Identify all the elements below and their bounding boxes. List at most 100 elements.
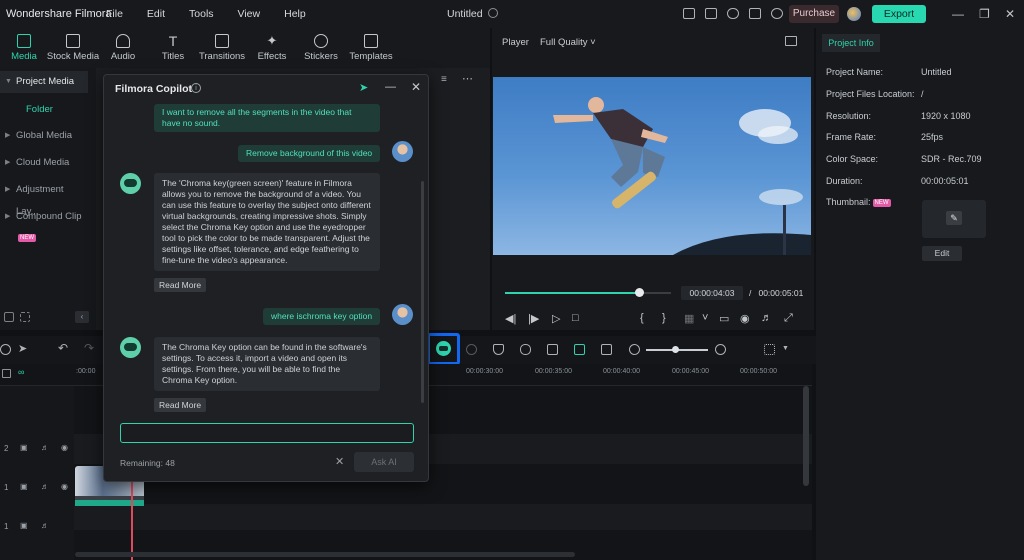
caret-right-icon: ▶ [5,132,11,139]
tab-project-info[interactable]: Project Info [822,34,880,52]
close-window-icon[interactable]: ✕ [1005,7,1015,21]
audio-mixer-icon[interactable] [547,344,558,355]
playback-progress[interactable] [505,288,671,297]
info-value: 1920 x 1080 [921,111,971,121]
lock-icon[interactable]: ▣ [20,482,28,491]
mark-out-icon[interactable]: } [662,312,666,324]
render-preview-icon[interactable] [466,344,477,355]
close-icon[interactable]: ✕ [411,80,421,94]
speaker-icon[interactable]: ♬ [41,521,49,530]
play-icon[interactable]: ▷ [552,312,560,325]
split-icon[interactable]: ▦ [684,312,694,325]
zoom-out-icon[interactable] [629,344,640,355]
menu-bar: File Edit Tools View Help [106,8,330,20]
speaker-icon[interactable]: ♬ [41,443,49,452]
monitor-icon[interactable] [683,8,695,19]
timeline-vertical-scrollbar[interactable] [803,386,809,486]
pin-icon[interactable]: ➤ [359,81,368,94]
chevron-down-icon[interactable]: ▼ [782,345,789,352]
volume-icon[interactable]: ♬ [761,312,772,324]
restore-window-icon[interactable]: ❐ [979,7,990,21]
lock-icon[interactable]: ▣ [20,443,28,452]
ai-message: The Chroma Key option can be found in th… [154,337,380,391]
user-avatar [392,141,413,162]
zoom-knob[interactable] [672,346,679,353]
lock-icon[interactable]: ▣ [20,521,28,530]
sidebar-item-adjustment-layer[interactable]: ▶ Adjustment Lay... [0,179,88,217]
progress-knob[interactable] [635,288,645,297]
read-more-button[interactable]: Read More [154,398,207,412]
speaker-icon[interactable]: ♬ [41,482,49,491]
quality-select[interactable]: Full Quality ˅ [540,37,596,48]
chat-scrollbar[interactable] [421,181,424,403]
timeline-horizontal-scrollbar[interactable] [75,552,575,557]
tab-templates[interactable]: Templates [341,34,401,62]
menu-file[interactable]: File [106,8,123,20]
ask-ai-button[interactable]: Ask AI [354,452,414,472]
sidebar-item-global-media[interactable]: ▶ Global Media [0,125,88,147]
sidebar-item-compound-clip[interactable]: ▶ Compound Clip NEW [0,206,88,243]
eye-icon[interactable]: ◉ [61,443,68,452]
collapse-sidebar-icon[interactable]: ‹ [75,311,89,323]
export-button[interactable]: Export [872,5,926,23]
sidebar-item-cloud-media[interactable]: ▶ Cloud Media [0,152,88,174]
tab-label: Stickers [304,51,338,62]
menu-tools[interactable]: Tools [189,8,214,20]
more-options-icon[interactable]: ⋯ [462,72,473,85]
new-folder-icon[interactable] [4,312,14,322]
fullscreen-icon[interactable]: ⤢ [784,312,793,325]
add-track-icon[interactable] [2,369,11,378]
snapshot-image-icon[interactable] [785,36,797,46]
timeline-layout-icon[interactable] [0,344,11,355]
display-icon[interactable]: ▭ [719,312,729,325]
menu-help[interactable]: Help [284,8,306,20]
save-icon[interactable] [705,8,717,19]
select-cursor-icon[interactable]: ➤ [18,342,29,355]
marker-icon[interactable] [493,344,504,355]
copilot-chat-input[interactable] [120,423,414,443]
eye-icon[interactable]: ◉ [61,482,68,491]
redo-icon[interactable]: ↷ [84,341,95,355]
caret-down-icon: ▼ [5,78,12,85]
undo-icon[interactable]: ↶ [58,341,69,355]
media-icon [17,34,31,48]
copilot-title: Filmora Copilot [115,83,192,95]
mark-in-icon[interactable]: { [640,312,644,324]
link-icon[interactable]: ∞ [18,367,24,377]
sidebar-item-folder[interactable]: Folder [26,104,53,115]
filter-icon[interactable]: ≡ [441,74,447,85]
info-key: Project Name: [826,67,884,77]
read-more-button[interactable]: Read More [154,278,207,292]
sidebar-item-project-media[interactable]: ▼ Project Media [0,71,88,93]
microphone-icon[interactable] [520,344,531,355]
minimize-window-icon[interactable]: — [952,7,964,21]
gift-icon[interactable] [749,8,761,19]
minimize-icon[interactable]: — [385,81,396,93]
edit-thumbnail-button[interactable]: Edit [922,246,962,261]
pencil-icon[interactable]: ✎ [946,211,962,225]
clear-input-icon[interactable]: ✕ [335,455,344,468]
grid-view-icon[interactable] [764,344,775,355]
more-controls-icon[interactable]: ˅ [702,312,708,324]
sidebar-item-label: Compound Clip [16,211,82,222]
sparkle-icon: ✦ [266,33,278,48]
notification-icon[interactable] [771,8,783,19]
pip-icon[interactable] [601,344,612,355]
cloud-icon[interactable] [727,8,739,19]
info-icon[interactable]: i [191,83,201,93]
user-avatar-icon[interactable] [847,7,861,21]
menu-view[interactable]: View [238,8,261,20]
play-frame-icon[interactable]: |▶ [528,312,539,325]
ruler-tick: 00:00:35:00 [535,368,572,375]
copilot-bot-icon[interactable] [436,341,451,356]
camera-icon[interactable]: ◉ [740,312,750,325]
menu-edit[interactable]: Edit [147,8,165,20]
import-folder-icon[interactable] [20,312,30,322]
current-time[interactable]: 00:00:04:03 [681,286,743,300]
ai-auto-icon[interactable] [574,344,585,355]
purchase-button[interactable]: Purchase [789,5,839,23]
zoom-in-icon[interactable] [715,344,726,355]
video-preview [493,77,811,255]
stop-icon[interactable]: □ [572,312,579,324]
prev-frame-icon[interactable]: ◀| [505,312,516,325]
